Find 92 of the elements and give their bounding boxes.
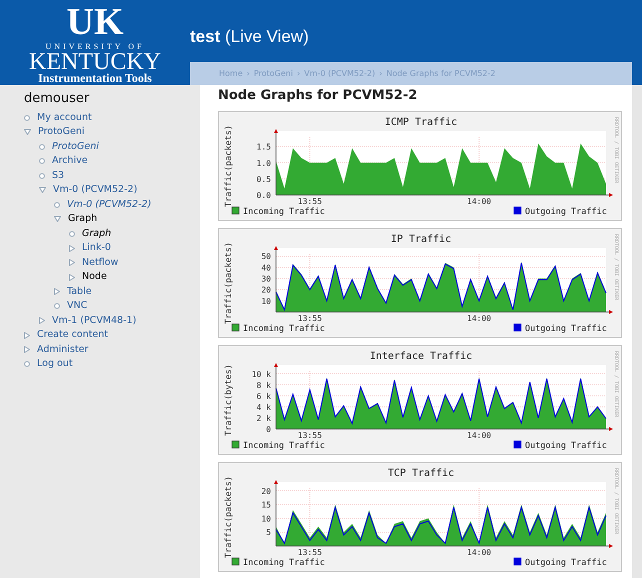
tick-label: 10 bbox=[261, 296, 271, 306]
circle-icon bbox=[39, 172, 45, 179]
tick-label: 0 bbox=[266, 425, 271, 434]
tick-label: 14:00 bbox=[467, 548, 492, 557]
legend-label: Incoming Traffic bbox=[243, 324, 325, 334]
circle-icon bbox=[54, 202, 60, 208]
tick-label: 14:00 bbox=[467, 314, 492, 323]
logo-text: KENTUCKY bbox=[29, 52, 161, 72]
tick-label: 13:55 bbox=[298, 431, 322, 440]
tick-label: 14:00 bbox=[467, 431, 492, 440]
menu-link[interactable]: Link-0 bbox=[82, 241, 111, 256]
tick-label: 14:00 bbox=[467, 197, 492, 206]
menu-link[interactable]: Table bbox=[67, 284, 92, 299]
tick-label: 2 k bbox=[256, 414, 271, 423]
legend-label: Incoming Traffic bbox=[243, 441, 325, 451]
chart-title: ICMP Traffic bbox=[384, 117, 458, 128]
chart-title: IP Traffic bbox=[390, 234, 452, 245]
legend-swatch bbox=[232, 324, 240, 332]
tick-label: 10 k bbox=[252, 370, 271, 379]
tick-label: 6 k bbox=[256, 392, 271, 401]
menu-link[interactable]: Vm-0 (PCVM52-2) bbox=[67, 198, 152, 212]
menu-link[interactable]: Administer bbox=[37, 342, 88, 357]
triangle-right-icon bbox=[39, 317, 45, 324]
tick-label: 4 k bbox=[256, 402, 271, 412]
menu-link[interactable]: ProtoGeni bbox=[38, 125, 84, 140]
breadcrumb-separator: › bbox=[296, 68, 300, 80]
triangle-right-icon bbox=[54, 288, 60, 296]
legend-swatch bbox=[232, 440, 240, 448]
tick-label: 20 bbox=[261, 286, 271, 295]
logo-text: Instrumentation Tools bbox=[38, 72, 152, 85]
circle-icon bbox=[39, 158, 45, 164]
menu-link[interactable]: Vm-0 (PCVM52-2) bbox=[53, 183, 138, 198]
tick-label: 13:55 bbox=[298, 548, 322, 557]
menu-link[interactable]: ProtoGeni bbox=[52, 140, 99, 154]
triangle-down-icon bbox=[39, 187, 46, 194]
legend-swatch bbox=[232, 558, 240, 566]
menu-link[interactable]: Vm-1 (PCVM48-1) bbox=[52, 314, 136, 328]
tick-label: 10 bbox=[261, 514, 271, 524]
tick-label: 13:55 bbox=[298, 197, 322, 206]
axis-label: Traffic(packets) bbox=[224, 242, 234, 324]
circle-icon bbox=[69, 230, 75, 237]
tick-label: 8 k bbox=[256, 380, 271, 390]
tick-label: 15 bbox=[261, 500, 271, 510]
circle-icon bbox=[24, 361, 30, 368]
page-title: test (Live View) bbox=[190, 26, 309, 48]
legend-swatch bbox=[514, 206, 522, 214]
menu-link[interactable]: Create content bbox=[37, 328, 108, 342]
legend-label: Incoming Traffic bbox=[243, 558, 325, 568]
circle-icon bbox=[24, 114, 30, 121]
menu-link[interactable]: Graph bbox=[82, 226, 112, 241]
tick-label: 40 bbox=[261, 263, 271, 272]
triangle-down-icon bbox=[24, 129, 31, 136]
logo-text: UNIVERSITY OF bbox=[46, 42, 144, 52]
circle-icon bbox=[54, 303, 60, 310]
menu-link[interactable]: Log out bbox=[37, 357, 73, 372]
page-heading: Node Graphs for PCVM52-2 bbox=[218, 88, 418, 104]
menu-link[interactable]: Graph bbox=[68, 212, 98, 226]
chart-title: Interface Traffic bbox=[370, 351, 472, 362]
menu-link[interactable]: Node bbox=[82, 270, 107, 284]
tick-label: 5 bbox=[266, 528, 271, 538]
chart-title: TCP Traffic bbox=[388, 468, 454, 479]
circle-icon bbox=[39, 144, 45, 150]
breadcrumb-separator: › bbox=[379, 68, 382, 80]
legend-label: Outgoing Traffic bbox=[525, 558, 607, 568]
tick-label: 0.0 bbox=[256, 191, 271, 200]
menu-link[interactable]: S3 bbox=[52, 168, 64, 183]
tick-label: 50 bbox=[261, 252, 271, 262]
legend-swatch bbox=[514, 324, 522, 332]
tick-label: 30 bbox=[261, 274, 271, 284]
logo-mark: UK bbox=[66, 4, 124, 40]
tick-label: 13:55 bbox=[298, 314, 322, 323]
breadcrumb-separator: › bbox=[246, 68, 250, 80]
legend-swatch bbox=[514, 440, 522, 448]
legend-swatch bbox=[232, 206, 240, 214]
legend-label: Incoming Traffic bbox=[243, 207, 325, 217]
tick-label: 20 bbox=[261, 486, 271, 496]
legend-label: Outgoing Traffic bbox=[525, 441, 607, 451]
tick-label: 1.0 bbox=[256, 158, 271, 168]
tick-label: 0.5 bbox=[256, 174, 271, 184]
axis-label: Traffic(packets) bbox=[224, 476, 234, 558]
axis-label: Traffic(bytes) bbox=[224, 364, 234, 436]
menu-link[interactable]: Netflow bbox=[82, 256, 118, 270]
tick-label: 1.5 bbox=[256, 142, 271, 152]
menu-link[interactable]: Archive bbox=[52, 154, 88, 168]
triangle-down-icon bbox=[54, 216, 61, 222]
legend-label: Outgoing Traffic bbox=[525, 207, 607, 217]
menu-link[interactable]: My account bbox=[37, 110, 92, 125]
legend-swatch bbox=[514, 558, 522, 566]
menu-link[interactable]: VNC bbox=[67, 299, 88, 314]
axis-label: Traffic(packets) bbox=[224, 125, 234, 207]
legend-label: Outgoing Traffic bbox=[525, 324, 607, 334]
sidebar-title: demouser bbox=[24, 90, 90, 108]
